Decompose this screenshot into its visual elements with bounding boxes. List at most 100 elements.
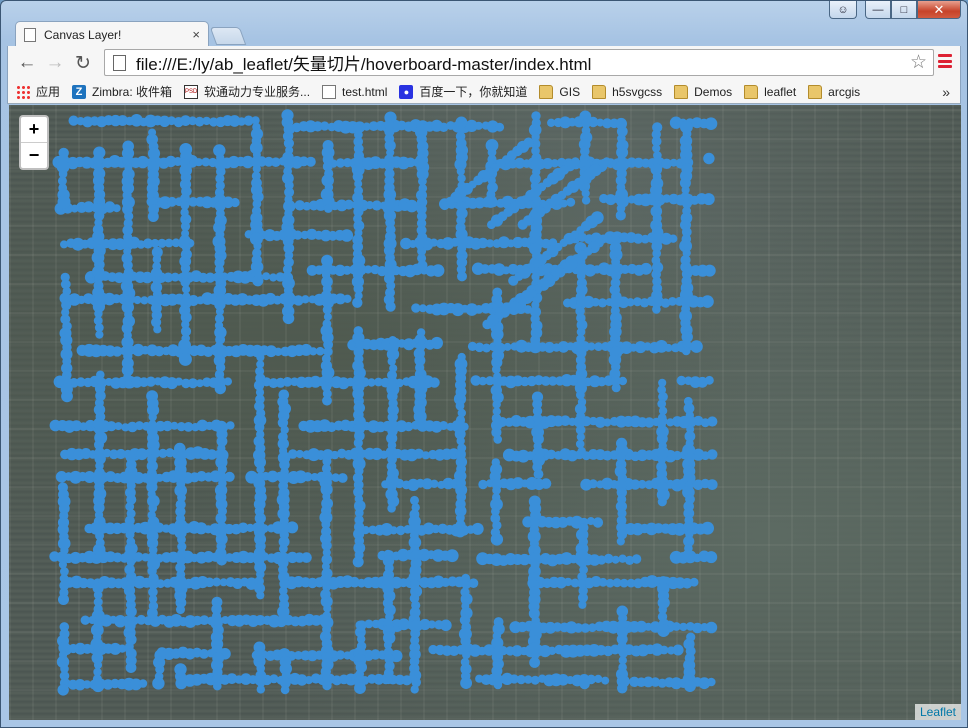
road-dot [256, 685, 265, 694]
bookmark-test-html[interactable]: test.html [322, 82, 387, 102]
road-dot [652, 144, 661, 153]
road-dot [431, 264, 445, 277]
road-dot [405, 199, 419, 213]
road-dot [657, 497, 667, 507]
close-window-button[interactable]: ✕ [917, 1, 961, 19]
road-dot [492, 365, 501, 374]
road-dot [337, 473, 348, 483]
road-dot [705, 621, 718, 634]
road-dot [577, 446, 586, 456]
page-icon [113, 54, 126, 71]
road-dot [413, 410, 427, 423]
tab-canvas-layer[interactable]: Canvas Layer! × [15, 21, 209, 47]
road-dot [323, 204, 333, 213]
maximize-button[interactable]: □ [891, 1, 917, 19]
road-dot [705, 375, 714, 385]
bookmark-folder-h5svgcss[interactable]: h5svgcss [592, 82, 662, 102]
road-dot [429, 377, 440, 388]
leaflet-attribution-link[interactable]: Leaflet [914, 704, 961, 720]
bookmark-label: Demos [694, 84, 733, 99]
road-dot [707, 416, 718, 427]
road-dot [578, 600, 587, 609]
road-dot [387, 504, 396, 513]
bookmark-baidu[interactable]: ● 百度一下，你就知道 [399, 82, 527, 102]
road-dot [457, 271, 467, 282]
road-dot [493, 680, 503, 690]
road-dot [657, 624, 670, 637]
road-dot [445, 549, 459, 563]
back-button[interactable]: ← [16, 52, 38, 74]
menu-icon[interactable] [938, 54, 952, 68]
road-dot [252, 275, 264, 287]
road-dot [94, 551, 106, 563]
bookmark-folder-arcgis[interactable]: arcgis [808, 82, 860, 102]
tab-close-icon[interactable]: × [192, 27, 200, 42]
road-dot [214, 382, 226, 395]
bookmark-label: 应用 [36, 85, 61, 99]
map-container[interactable]: + − Leaflet [9, 105, 961, 720]
road-dot [482, 319, 493, 330]
caption-buttons: ☺ — □ ✕ [829, 1, 961, 21]
bookmarks-bar: 应用 Z Zimbra: 收件箱 PSD 软通动力专业服务... test.ht… [7, 80, 961, 104]
reload-button[interactable]: ↻ [72, 52, 94, 74]
road-dot [213, 681, 222, 691]
road-dot [575, 439, 585, 449]
road-dot [601, 676, 610, 685]
folder-icon [539, 84, 554, 99]
url-text[interactable]: file:///E:/ly/ab_leaflet/矢量切片/hoverboard… [136, 50, 910, 75]
road-dot [681, 346, 691, 356]
road-dot [617, 683, 628, 694]
road-dot [566, 197, 576, 207]
road-dot [384, 675, 393, 685]
road-dot [690, 340, 703, 353]
road-dot [592, 517, 604, 528]
road-dot [305, 156, 316, 167]
road-dot [631, 554, 642, 564]
zoom-control: + − [19, 115, 49, 170]
user-icon[interactable]: ☺ [829, 1, 857, 19]
toolbar: ← → ↻ file:///E:/ly/ab_leaflet/矢量切片/hove… [7, 46, 961, 80]
road-dot [178, 352, 192, 366]
road-dot [216, 555, 227, 566]
bookmark-label: 百度一下，你就知道 [419, 85, 528, 99]
road-dot [703, 152, 715, 165]
road-dot [138, 679, 148, 688]
road-dot [706, 479, 718, 490]
road-dot [147, 607, 158, 619]
road-dot [57, 195, 71, 209]
road-dot [468, 578, 479, 588]
road-dot [493, 337, 502, 346]
bookmark-folder-demos[interactable]: Demos [674, 82, 732, 102]
road-dot [352, 556, 364, 568]
road-dot [387, 357, 396, 366]
forward-button[interactable]: → [44, 52, 66, 74]
road-dot [60, 553, 69, 562]
new-tab-button[interactable] [209, 27, 247, 45]
bookmark-folder-leaflet[interactable]: leaflet [744, 82, 796, 102]
road-dot [454, 526, 466, 538]
road-dot [616, 537, 625, 546]
road-dot [487, 220, 496, 230]
road-dot [147, 211, 159, 222]
road-dot [315, 346, 325, 356]
road-dot [123, 373, 132, 382]
road-dot [682, 549, 695, 562]
road-dot [114, 422, 123, 431]
road-dot [95, 330, 104, 339]
road-dot [124, 380, 133, 389]
address-bar[interactable]: file:///E:/ly/ab_leaflet/矢量切片/hoverboard… [104, 49, 934, 76]
bookmark-isoftstone[interactable]: PSD 软通动力专业服务... [184, 82, 310, 102]
road-dot [112, 204, 121, 213]
bookmark-zimbra[interactable]: Z Zimbra: 收件箱 [72, 82, 172, 102]
bookmark-apps[interactable]: 应用 [16, 82, 60, 102]
star-icon[interactable]: ☆ [910, 51, 927, 74]
bookmarks-overflow-button[interactable]: » [942, 84, 950, 100]
zoom-out-button[interactable]: − [21, 143, 47, 168]
road-dot [322, 680, 332, 691]
road-dot [529, 657, 540, 668]
bookmark-label: test.html [342, 84, 388, 99]
zoom-in-button[interactable]: + [21, 117, 47, 143]
minimize-button[interactable]: — [865, 1, 891, 19]
bookmark-folder-gis[interactable]: GIS [539, 82, 580, 102]
road-dot [615, 210, 626, 221]
